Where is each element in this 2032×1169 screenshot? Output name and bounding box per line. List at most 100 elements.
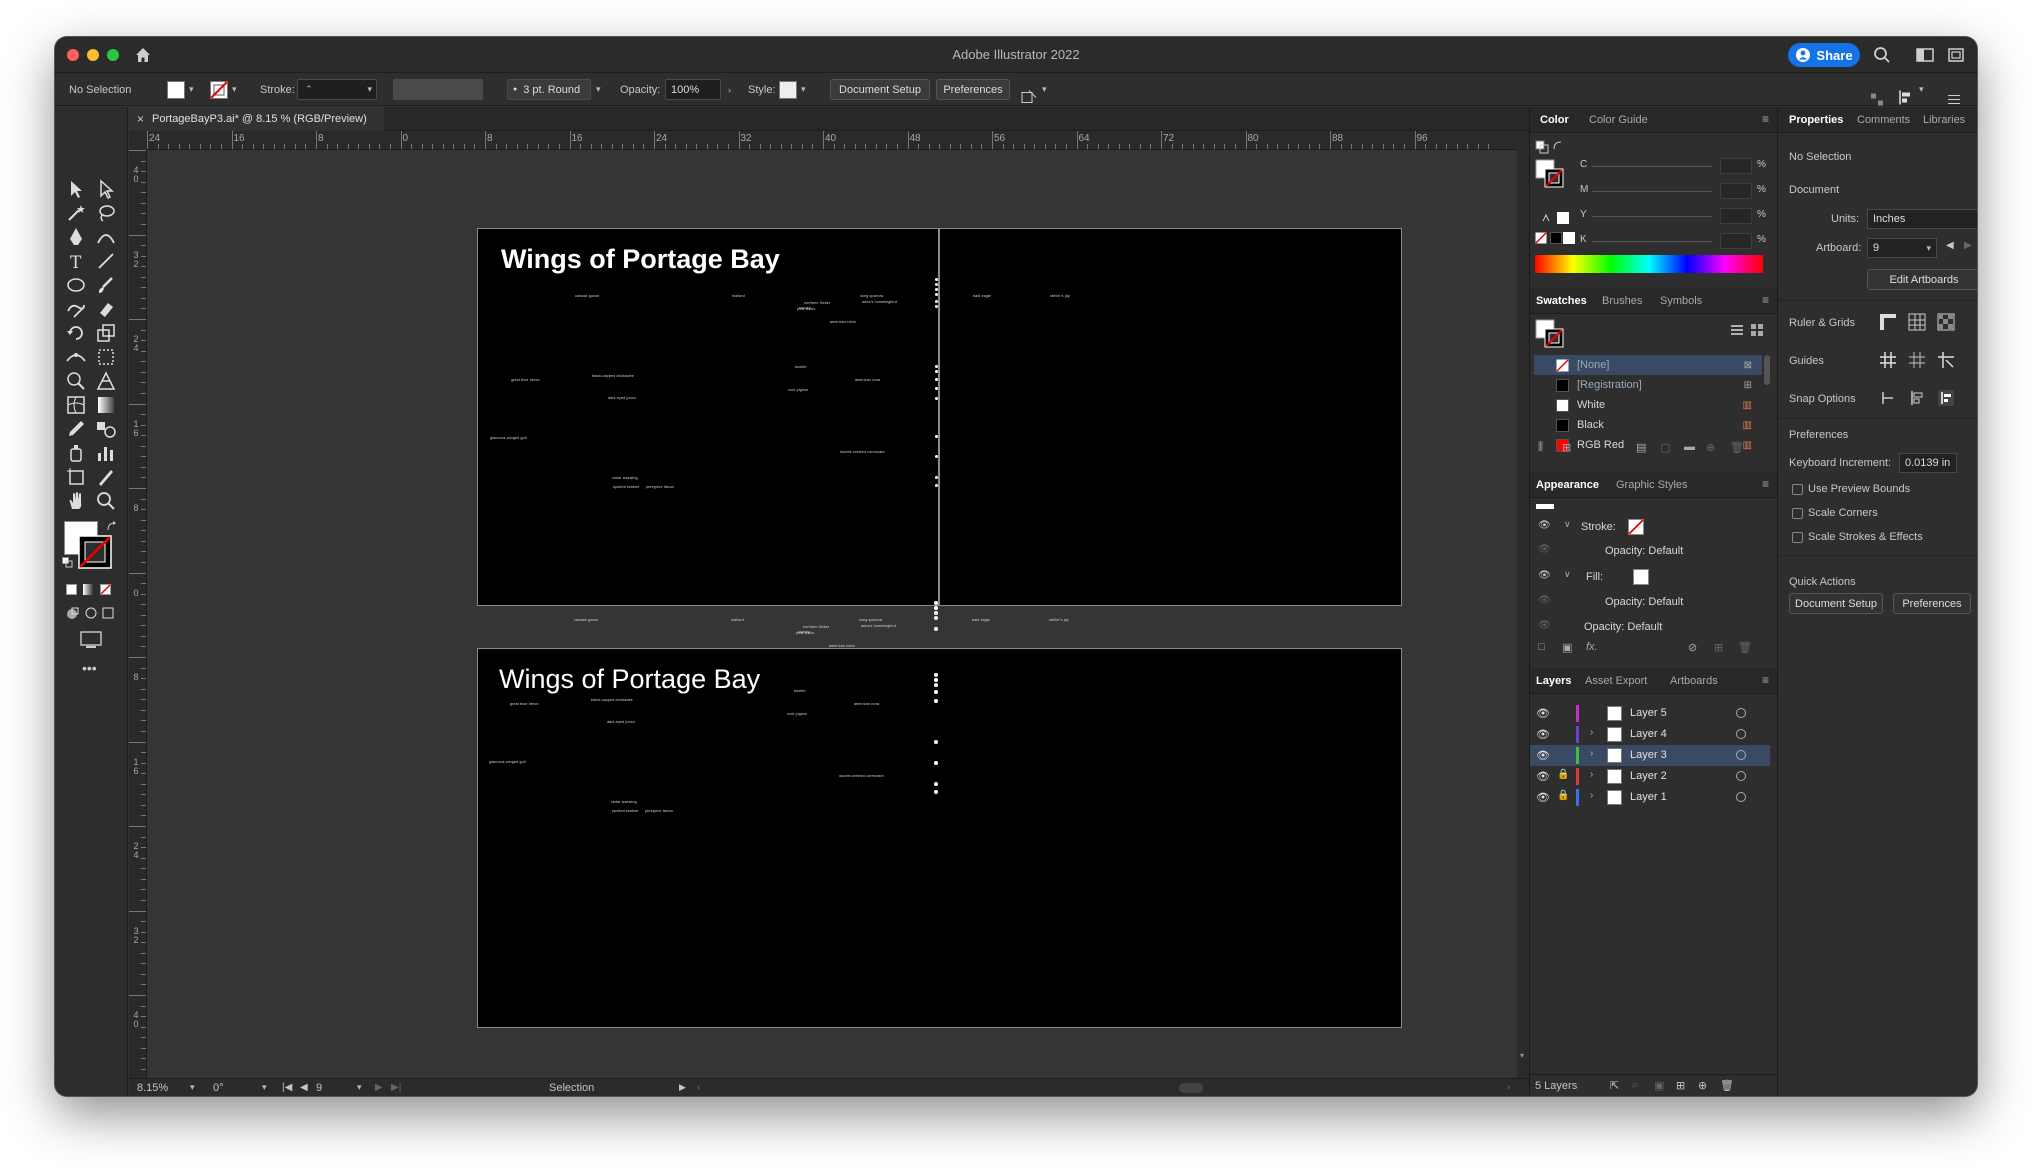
layer-row[interactable]: 👁 🔒 › Layer 2 (1530, 766, 1770, 787)
tab-graphic-styles[interactable]: Graphic Styles (1616, 479, 1688, 491)
bird-label[interactable]: anna's hummingbird (862, 300, 897, 304)
marker-dot[interactable] (935, 283, 938, 286)
channel-slider[interactable] (1592, 216, 1712, 217)
swap-fill-stroke-icon[interactable] (106, 521, 118, 533)
marker-dot[interactable] (935, 397, 938, 400)
bird-label[interactable]: northern flicker (804, 301, 830, 305)
layer-name[interactable]: Layer 2 (1630, 770, 1667, 782)
marker-dot[interactable] (934, 673, 938, 677)
delete-swatch-icon[interactable]: 🗑 (1730, 441, 1744, 454)
visibility-eye-icon[interactable]: 👁 (1538, 595, 1551, 606)
brush-definition[interactable]: ● 3 pt. Round (507, 79, 591, 100)
no-stroke-swatch-icon[interactable] (1628, 519, 1644, 535)
slice-tool-icon[interactable] (94, 465, 118, 489)
bird-label[interactable]: peregrine falcon (646, 485, 674, 489)
chevron-down-icon[interactable]: ▾ (189, 84, 194, 95)
pen-tool-icon[interactable] (64, 225, 88, 249)
new-color-group-icon[interactable]: ▬ (1684, 441, 1695, 453)
tab-color-guide[interactable]: Color Guide (1589, 114, 1648, 126)
chevron-down-icon[interactable]: ▾ (596, 73, 601, 106)
bird-label[interactable]: great blue heron (511, 378, 540, 382)
bird-label[interactable]: canada goose (574, 618, 598, 622)
marker-dot[interactable] (934, 606, 938, 610)
workspace-switcher-icon[interactable] (1915, 45, 1935, 65)
delete-item-icon[interactable]: 🗑 (1738, 641, 1752, 654)
tab-swatches[interactable]: Swatches (1536, 295, 1587, 307)
smart-guides-icon[interactable] (1937, 351, 1955, 369)
scale-corners-checkbox[interactable] (1792, 508, 1803, 519)
tab-appearance[interactable]: Appearance (1536, 479, 1599, 491)
document-tab[interactable]: × PortageBayP3.ai* @ 8.15 % (RGB/Preview… (129, 107, 384, 131)
snap-to-glyph-icon[interactable] (1937, 389, 1955, 407)
marker-dot[interactable] (935, 484, 938, 487)
draw-normal-icon[interactable] (66, 606, 80, 620)
paintbrush-tool-icon[interactable] (94, 273, 118, 297)
scale-strokes-checkbox[interactable] (1792, 532, 1803, 543)
next-artboard-icon[interactable]: ▶ (375, 1082, 383, 1093)
gradient-mode-icon[interactable] (83, 584, 94, 595)
chevron-down-icon[interactable]: ▾ (232, 84, 237, 95)
perspective-grid-tool-icon[interactable] (94, 369, 118, 393)
add-effect-icon[interactable]: fx. (1586, 641, 1598, 653)
marker-dot[interactable] (934, 627, 938, 631)
visibility-eye-icon[interactable]: 👁 (1538, 570, 1551, 581)
bird-label[interactable]: mallard (732, 294, 745, 298)
bird-label[interactable]: song sparrow (860, 294, 883, 298)
tab-artboards[interactable]: Artboards (1670, 675, 1718, 687)
arrange-documents-icon[interactable] (1946, 45, 1966, 65)
chevron-down-icon[interactable]: ▾ (262, 1082, 267, 1093)
visibility-eye-icon[interactable]: 👁 (1536, 707, 1550, 720)
bird-label[interactable]: american crow (855, 378, 880, 382)
quick-document-setup-button[interactable]: Document Setup (1789, 593, 1883, 614)
document-setup-button[interactable]: Document Setup (830, 79, 930, 100)
lock-icon[interactable]: 🔒 (1557, 790, 1569, 801)
stroke-weight-field[interactable]: ⌃ ▾ (297, 79, 377, 100)
color-mode-icon[interactable] (66, 584, 77, 595)
fill-swatch[interactable] (167, 80, 185, 99)
visibility-eye-icon[interactable]: 👁 (1538, 544, 1551, 555)
bird-label[interactable]: peregrine falcon (645, 809, 673, 813)
bird-label[interactable]: dark-eyed junco (607, 720, 635, 724)
list-view-icon[interactable] (1730, 323, 1744, 337)
channel-slider[interactable] (1592, 191, 1712, 192)
bird-label[interactable]: cedar waxwing (611, 800, 637, 804)
new-layer-icon[interactable]: ⊕ (1698, 1079, 1707, 1092)
vertical-ruler[interactable]: 4032241680816243240 (129, 150, 147, 1078)
default-fill-stroke-icon[interactable] (62, 557, 73, 568)
bird-label[interactable]: canada goose (575, 294, 599, 298)
no-stroke-swatch-icon[interactable] (210, 80, 228, 99)
color-group-icon[interactable]: ▢ (1660, 441, 1670, 454)
swatch-row[interactable]: White ▥ (1534, 395, 1762, 415)
next-artboard-icon[interactable]: ▶ (1964, 240, 1972, 251)
marker-dot[interactable] (934, 678, 938, 682)
bird-label[interactable]: osprey (798, 630, 810, 634)
opacity-field[interactable]: 100% (665, 79, 721, 100)
bird-label[interactable]: glaucous-winged gull (490, 436, 527, 440)
swatch-fill-stroke-icon[interactable] (1535, 319, 1565, 349)
layer-row[interactable]: 👁 › Layer 4 (1530, 724, 1770, 745)
last-artboard-icon[interactable]: ▶| (391, 1082, 401, 1093)
swatch-row[interactable]: [Registration] ⊞ (1534, 375, 1762, 395)
stepper-icon[interactable]: ⌃ (305, 84, 313, 95)
graphic-style-control[interactable]: ▾ (779, 73, 806, 106)
column-graph-tool-icon[interactable] (94, 441, 118, 465)
direct-selection-tool-icon[interactable] (94, 177, 118, 201)
visibility-eye-icon[interactable]: 👁 (1536, 749, 1550, 762)
layer-name[interactable]: Layer 5 (1630, 707, 1667, 719)
edit-toolbar-more-icon[interactable]: ••• (82, 660, 97, 676)
eraser-tool-icon[interactable] (94, 297, 118, 321)
locate-object-icon[interactable]: ⌕ (1632, 1079, 1638, 1092)
visibility-eye-icon[interactable]: 👁 (1538, 520, 1551, 531)
draw-behind-icon[interactable] (84, 606, 98, 620)
marker-dot[interactable] (934, 699, 938, 703)
channel-slider[interactable] (1592, 241, 1712, 242)
channel-slider[interactable] (1592, 166, 1712, 167)
black-swatch[interactable] (1550, 232, 1562, 244)
marker-dot[interactable] (935, 378, 938, 381)
swatch-scroll-thumb[interactable] (1764, 355, 1770, 385)
fill-stroke-small-icon[interactable] (1535, 140, 1549, 154)
rotate-tool-icon[interactable] (64, 321, 88, 345)
layer-target-icon[interactable] (1736, 708, 1746, 718)
grid-icon[interactable] (1908, 313, 1926, 331)
panel-menu-icon[interactable]: ≡ (1762, 293, 1769, 307)
